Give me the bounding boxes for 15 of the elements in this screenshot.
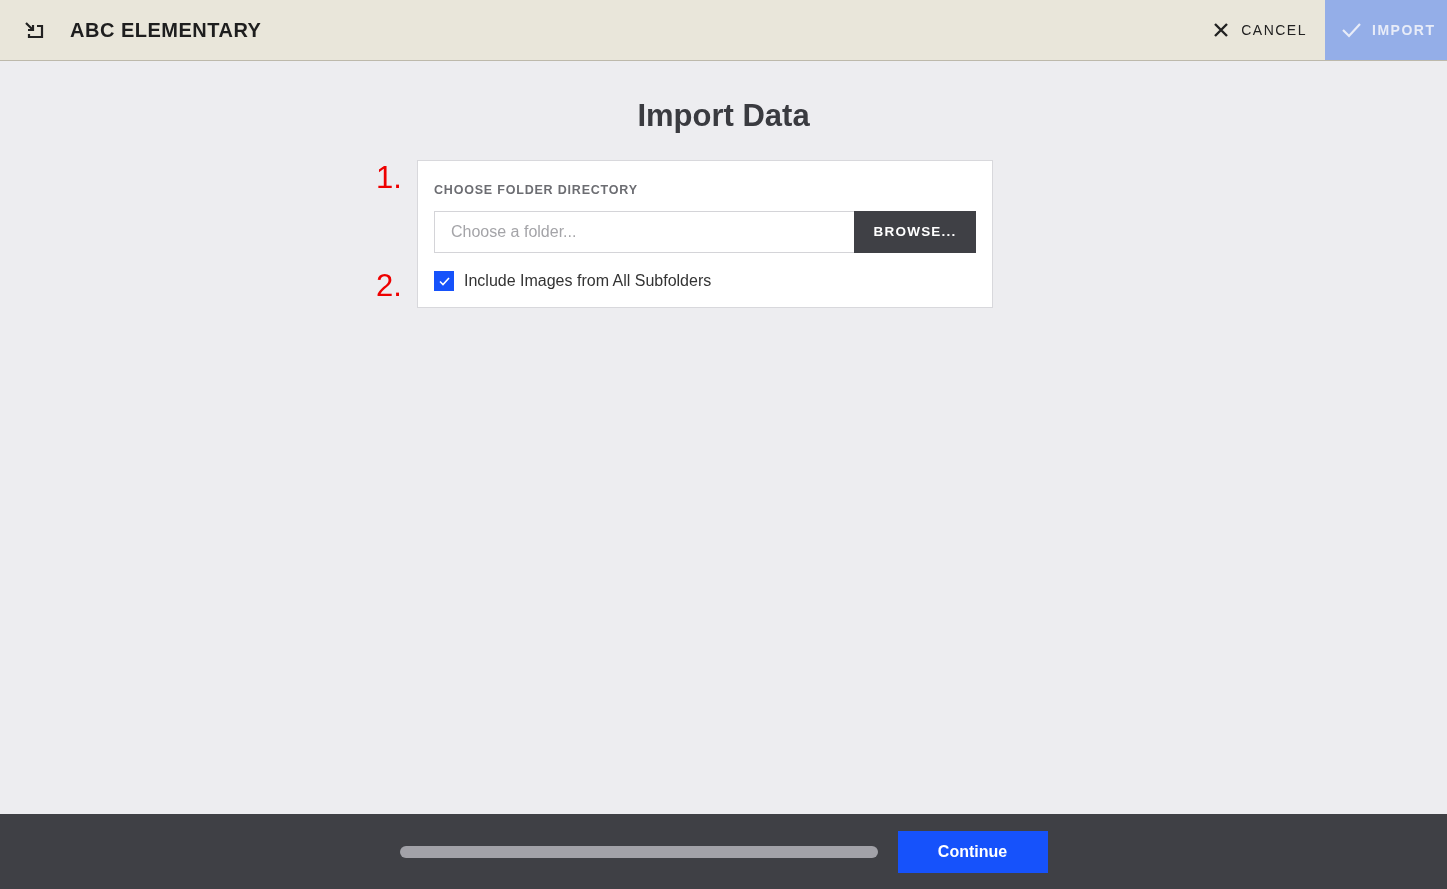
folder-input-field[interactable]: Choose a folder...: [434, 211, 854, 254]
field-label: CHOOSE FOLDER DIRECTORY: [434, 181, 639, 199]
cancel-button[interactable]: CANCEL: [1214, 19, 1325, 41]
close-icon: [1214, 23, 1229, 37]
checkmark-icon: [438, 276, 450, 286]
checkmark-icon: [1342, 22, 1361, 38]
continue-button[interactable]: Continue: [897, 830, 1048, 873]
step-number: 1.: [376, 159, 403, 196]
step-number: 2.: [376, 267, 403, 304]
school-name: ABC ELEMENTARY: [70, 18, 262, 43]
checkbox-label: Include Images from All Subfolders: [464, 271, 712, 292]
checkbox[interactable]: [434, 271, 454, 292]
page-title: Import Data: [637, 97, 810, 135]
import-arrow-icon: [25, 21, 44, 39]
browse-button[interactable]: BROWSE...: [854, 211, 976, 254]
